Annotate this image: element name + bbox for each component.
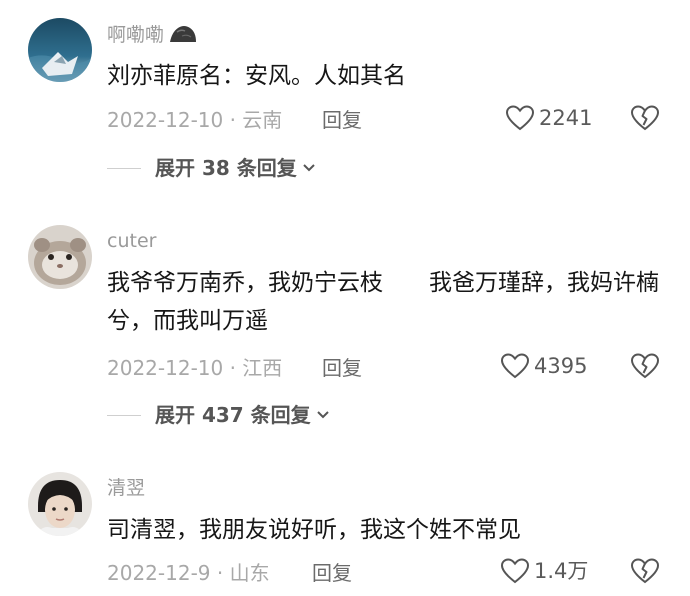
username[interactable]: 啊嘞嘞 bbox=[107, 23, 198, 47]
like-count: 1.4万 bbox=[534, 559, 589, 583]
broken-heart-icon bbox=[630, 105, 660, 131]
divider-line bbox=[107, 167, 141, 169]
reply-button[interactable]: 回复 bbox=[322, 107, 362, 133]
like-button[interactable]: 2241 bbox=[505, 104, 592, 132]
username-text[interactable]: 啊嘞嘞 bbox=[107, 24, 164, 46]
heart-outline-icon bbox=[505, 105, 535, 131]
rock-badge-icon bbox=[170, 26, 197, 42]
comment-date-location: 2022-12-9 · 山东 bbox=[107, 561, 270, 585]
expand-replies-label: 展开 38 条回复 bbox=[155, 156, 297, 180]
expand-replies-button[interactable]: 展开 437 条回复 bbox=[107, 402, 331, 428]
expand-replies-label: 展开 437 条回复 bbox=[155, 403, 311, 427]
chevron-down-icon bbox=[316, 411, 329, 419]
like-count: 4395 bbox=[534, 354, 588, 378]
avatar[interactable] bbox=[28, 18, 92, 82]
heart-outline-icon bbox=[500, 558, 530, 584]
dislike-button[interactable] bbox=[630, 352, 660, 384]
broken-heart-icon bbox=[630, 353, 660, 379]
comment-text: 刘亦菲原名：安风。人如其名 bbox=[107, 63, 406, 89]
divider-line bbox=[107, 414, 141, 416]
comment-text: 我爷爷万南乔，我奶宁云枝 我爸万瑾辞，我妈许楠兮，而我叫万遥 bbox=[107, 270, 659, 334]
expand-replies-button[interactable]: 展开 38 条回复 bbox=[107, 155, 317, 181]
avatar[interactable] bbox=[28, 472, 92, 536]
comment-text: 司清翌，我朋友说好听，我这个姓不常见 bbox=[107, 517, 521, 543]
heart-outline-icon bbox=[500, 353, 530, 379]
dislike-button[interactable] bbox=[630, 557, 660, 589]
username[interactable]: cuter bbox=[107, 229, 156, 253]
chevron-down-icon bbox=[303, 164, 315, 172]
avatar[interactable] bbox=[28, 225, 92, 289]
username[interactable]: 清翌 bbox=[107, 476, 145, 500]
reply-button[interactable]: 回复 bbox=[312, 560, 352, 586]
broken-heart-icon bbox=[630, 558, 660, 584]
like-button[interactable]: 4395 bbox=[500, 352, 587, 380]
dislike-button[interactable] bbox=[630, 104, 660, 136]
like-count: 2241 bbox=[539, 106, 593, 130]
reply-button[interactable]: 回复 bbox=[322, 355, 362, 381]
like-button[interactable]: 1.4万 bbox=[500, 557, 588, 585]
comment-date-location: 2022-12-10 · 云南 bbox=[107, 108, 283, 132]
comment-date-location: 2022-12-10 · 江西 bbox=[107, 356, 283, 380]
